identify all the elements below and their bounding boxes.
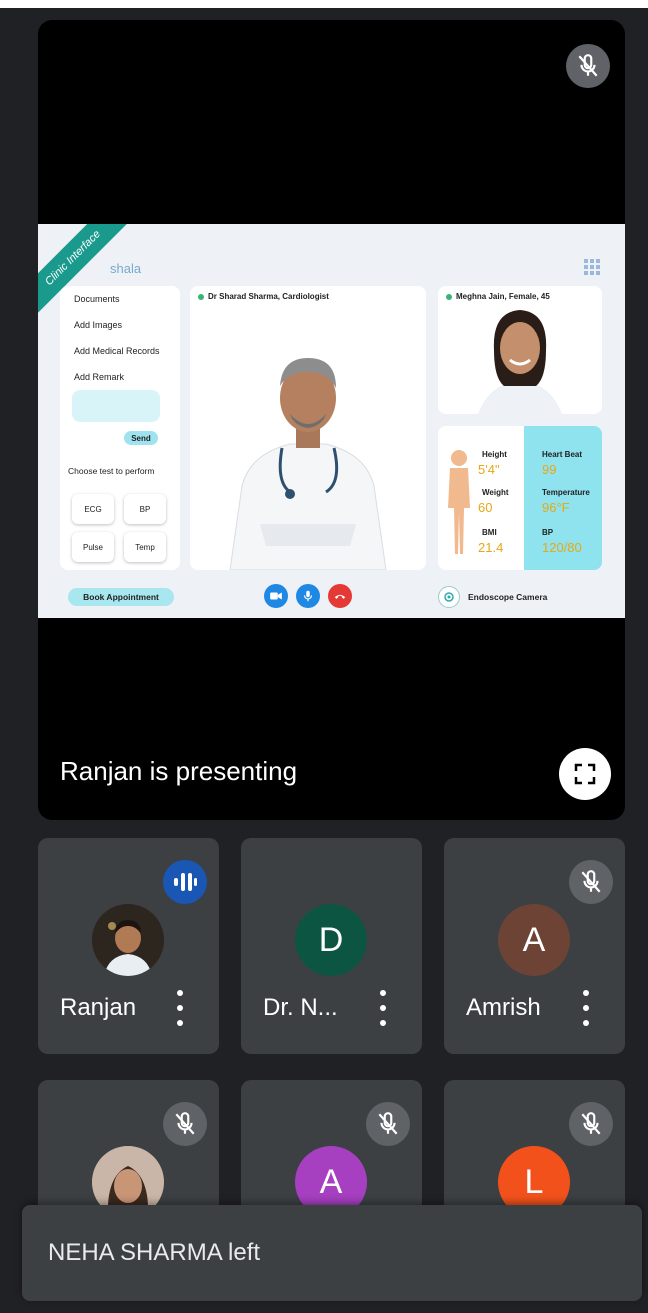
more-options-button[interactable] [168,988,192,1028]
participant-tile-amrish[interactable]: A Amrish [444,838,625,1054]
microphone-icon [296,584,320,608]
video-camera-icon [264,584,288,608]
participant-tile-dr-n[interactable]: D Dr. N... [241,838,422,1054]
participant-tile-ranjan[interactable]: Ranjan [38,838,219,1054]
shared-screen: Clinic Interface shala Documents Add Ima… [38,224,625,618]
presentation-stage[interactable]: Clinic Interface shala Documents Add Ima… [38,20,625,820]
weight-label: Weight [482,488,509,497]
fullscreen-button[interactable] [559,748,611,800]
heartbeat-label: Heart Beat [542,450,583,459]
mic-off-icon [569,1102,613,1146]
participant-left-toast: NEHA SHARMA left [22,1205,642,1301]
participant-name: Amrish [466,994,541,1021]
menu-documents: Documents [74,294,120,304]
avatar: A [498,904,570,976]
send-button: Send [124,431,158,445]
bp-label: BP [542,528,554,537]
patient-vitals-panel: Height 5'4" Weight 60 BMI 21.4 Heart Bea… [438,426,602,570]
heartbeat-value: 99 [542,462,557,477]
test-ecg-button: ECG [72,494,114,524]
temperature-label: Temperature [542,488,590,497]
menu-add-medical-records: Add Medical Records [74,346,160,356]
status-bar-strip [0,0,648,8]
avatar [92,904,164,976]
fullscreen-icon [574,763,596,785]
height-value: 5'4" [478,462,500,477]
mic-off-icon [163,1102,207,1146]
doctor-video-tile: Dr Sharad Sharma, Cardiologist [190,286,426,570]
choose-test-label: Choose test to perform [68,466,155,476]
endoscope-camera-icon [438,586,460,608]
mic-off-icon [569,860,613,904]
mic-off-icon [566,44,610,88]
menu-add-images: Add Images [74,320,123,330]
bmi-label: BMI [482,528,497,537]
avatar: D [295,904,367,976]
book-appointment-button: Book Appointment [68,588,174,606]
brand-name: shala [110,261,142,276]
menu-add-remark: Add Remark [74,372,125,382]
remark-input [72,390,160,422]
apps-grid-icon [584,259,600,275]
more-options-button[interactable] [371,988,395,1028]
bmi-value: 21.4 [478,540,504,555]
patient-video-tile: Meghna Jain, Female, 45 [438,286,602,414]
test-temp-button: Temp [124,532,166,562]
endoscope-camera-label: Endoscope Camera [468,592,548,602]
speaking-indicator-icon [163,860,207,904]
weight-value: 60 [478,500,493,515]
end-call-icon [328,584,352,608]
presenting-status: Ranjan is presenting [60,756,298,786]
test-bp-button: BP [124,494,166,524]
temperature-value: 96°F [542,500,570,515]
participant-name: Ranjan [60,994,137,1021]
mic-off-icon [366,1102,410,1146]
doctor-figure [229,358,387,570]
bp-value: 120/80 [542,540,582,555]
participant-name: Dr. N... [263,994,338,1021]
test-pulse-button: Pulse [72,532,114,562]
body-figure-icon [448,450,470,554]
more-options-button[interactable] [574,988,598,1028]
patient-figure [478,310,562,414]
clinic-actions-panel: Documents Add Images Add Medical Records… [60,286,180,570]
toast-message: NEHA SHARMA left [48,1239,261,1266]
height-label: Height [482,450,507,459]
